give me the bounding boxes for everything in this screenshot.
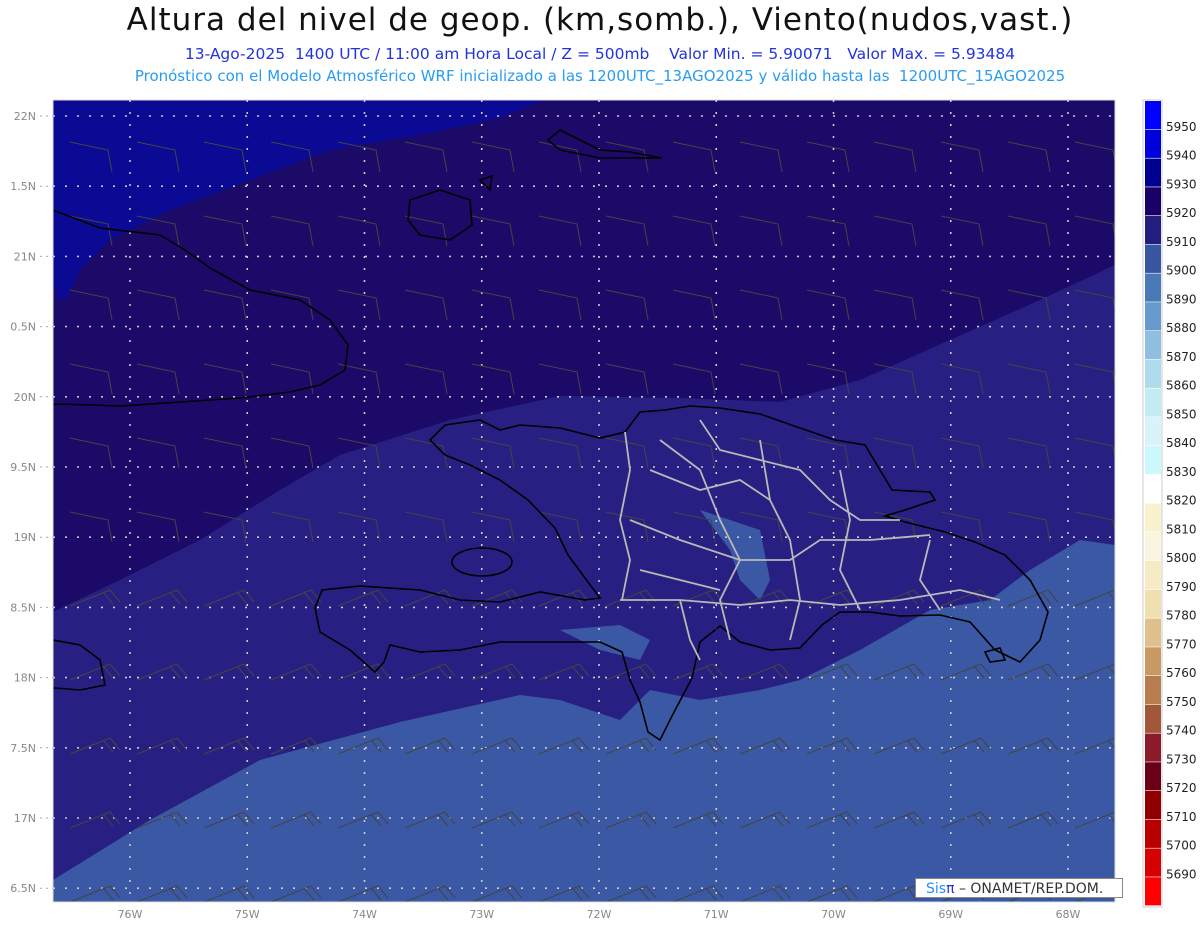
colorbar-label: 5850 bbox=[1166, 407, 1197, 421]
colorbar-label: 5810 bbox=[1166, 522, 1197, 536]
colorbar-label: 5880 bbox=[1166, 321, 1197, 335]
subtitle-model-info: Pronóstico con el Modelo Atmosférico WRF… bbox=[134, 67, 1066, 85]
colorbar-swatch bbox=[1145, 676, 1161, 705]
lat-label: 20N bbox=[14, 391, 36, 404]
lon-label: 69W bbox=[938, 908, 963, 921]
colorbar-label: 5770 bbox=[1166, 637, 1197, 651]
colorbar-label: 5710 bbox=[1166, 810, 1197, 824]
colorbar-label: 5690 bbox=[1166, 867, 1197, 881]
colorbar-swatch bbox=[1145, 618, 1161, 647]
colorbar-swatch bbox=[1145, 647, 1161, 676]
colorbar-swatch bbox=[1145, 187, 1161, 216]
geopotential-map: 22N 1.5N 21N 0.5N 20N 9.5N 19N 8.5N 18N 7.5N 17N 6.… bbox=[10, 99, 1197, 921]
lon-label: 74W bbox=[352, 908, 377, 921]
colorbar-swatch bbox=[1145, 762, 1161, 791]
colorbar-label: 5940 bbox=[1166, 149, 1197, 163]
colorbar-swatch bbox=[1145, 216, 1161, 245]
credit-brand: Sis bbox=[926, 881, 947, 897]
colorbar-label: 5930 bbox=[1166, 177, 1197, 191]
colorbar-swatch bbox=[1145, 331, 1161, 360]
lat-label: 21N bbox=[14, 250, 36, 263]
colorbar-swatch bbox=[1145, 503, 1161, 532]
colorbar-label: 5890 bbox=[1166, 292, 1197, 306]
colorbar-swatch bbox=[1145, 158, 1161, 187]
colorbar-label: 5700 bbox=[1166, 839, 1197, 853]
colorbar: 5950 5940 5930 5920 5910 5900 5890 5880 5870 5860… bbox=[1142, 99, 1197, 908]
colorbar-label: 5860 bbox=[1166, 379, 1197, 393]
colorbar-label: 5780 bbox=[1166, 609, 1197, 623]
subtitle-valid-time: 13-Ago-2025 1400 UTC / 11:00 am Hora Loc… bbox=[184, 45, 1016, 63]
colorbar-swatch bbox=[1145, 302, 1161, 331]
lat-label: 1.5N bbox=[10, 180, 36, 193]
lon-label: 75W bbox=[235, 908, 260, 921]
credit-pi: π bbox=[946, 881, 955, 897]
colorbar-swatch bbox=[1145, 532, 1161, 561]
colorbar-swatch bbox=[1145, 244, 1161, 273]
credit-text: – ONAMET/REP.DOM. bbox=[954, 881, 1104, 897]
colorbar-swatch bbox=[1145, 848, 1161, 877]
colorbar-swatch bbox=[1145, 417, 1161, 446]
lon-label: 72W bbox=[587, 908, 612, 921]
colorbar-swatch bbox=[1145, 388, 1161, 417]
lon-label: 73W bbox=[469, 908, 494, 921]
colorbar-swatch bbox=[1145, 273, 1161, 302]
colorbar-label: 5820 bbox=[1166, 494, 1197, 508]
lat-label: 6.5N bbox=[10, 882, 36, 895]
lat-label: 7.5N bbox=[10, 742, 36, 755]
colorbar-swatch bbox=[1145, 359, 1161, 388]
colorbar-swatch bbox=[1145, 561, 1161, 590]
lat-label: 0.5N bbox=[10, 321, 36, 334]
colorbar-swatch bbox=[1145, 589, 1161, 618]
lat-label: 22N bbox=[14, 110, 36, 123]
colorbar-label: 5910 bbox=[1166, 235, 1197, 249]
colorbar-label: 5830 bbox=[1166, 465, 1197, 479]
credit-box: Sisπ – ONAMET/REP.DOM. bbox=[915, 878, 1123, 898]
lon-label: 68W bbox=[1056, 908, 1081, 921]
colorbar-label: 5760 bbox=[1166, 666, 1197, 680]
colorbar-label: 5920 bbox=[1166, 206, 1197, 220]
colorbar-swatch bbox=[1145, 791, 1161, 820]
colorbar-swatch bbox=[1145, 474, 1161, 503]
colorbar-swatch bbox=[1145, 733, 1161, 762]
lat-label: 18N bbox=[14, 672, 36, 685]
lon-label: 70W bbox=[821, 908, 846, 921]
colorbar-label: 5740 bbox=[1166, 724, 1197, 738]
colorbar-label: 5800 bbox=[1166, 551, 1197, 565]
colorbar-label: 5750 bbox=[1166, 695, 1197, 709]
colorbar-label: 5720 bbox=[1166, 781, 1197, 795]
colorbar-label: 5950 bbox=[1166, 120, 1197, 134]
colorbar-swatch bbox=[1145, 101, 1161, 130]
map-title: Altura del nivel de geop. (km,somb.), Vi… bbox=[126, 2, 1074, 38]
colorbar-label: 5730 bbox=[1166, 752, 1197, 766]
colorbar-label: 5790 bbox=[1166, 580, 1197, 594]
colorbar-swatch bbox=[1145, 704, 1161, 733]
colorbar-swatch bbox=[1145, 129, 1161, 158]
colorbar-swatch bbox=[1145, 819, 1161, 848]
colorbar-label: 5900 bbox=[1166, 264, 1197, 278]
colorbar-label: 5840 bbox=[1166, 436, 1197, 450]
colorbar-label: 5870 bbox=[1166, 350, 1197, 364]
lat-label: 9.5N bbox=[10, 461, 36, 474]
lon-label: 76W bbox=[118, 908, 143, 921]
lat-label: 19N bbox=[14, 531, 36, 544]
colorbar-swatch bbox=[1145, 446, 1161, 475]
lat-label: 17N bbox=[14, 812, 36, 825]
colorbar-swatch bbox=[1145, 877, 1161, 906]
lon-label: 71W bbox=[704, 908, 729, 921]
lat-label: 8.5N bbox=[10, 601, 36, 614]
